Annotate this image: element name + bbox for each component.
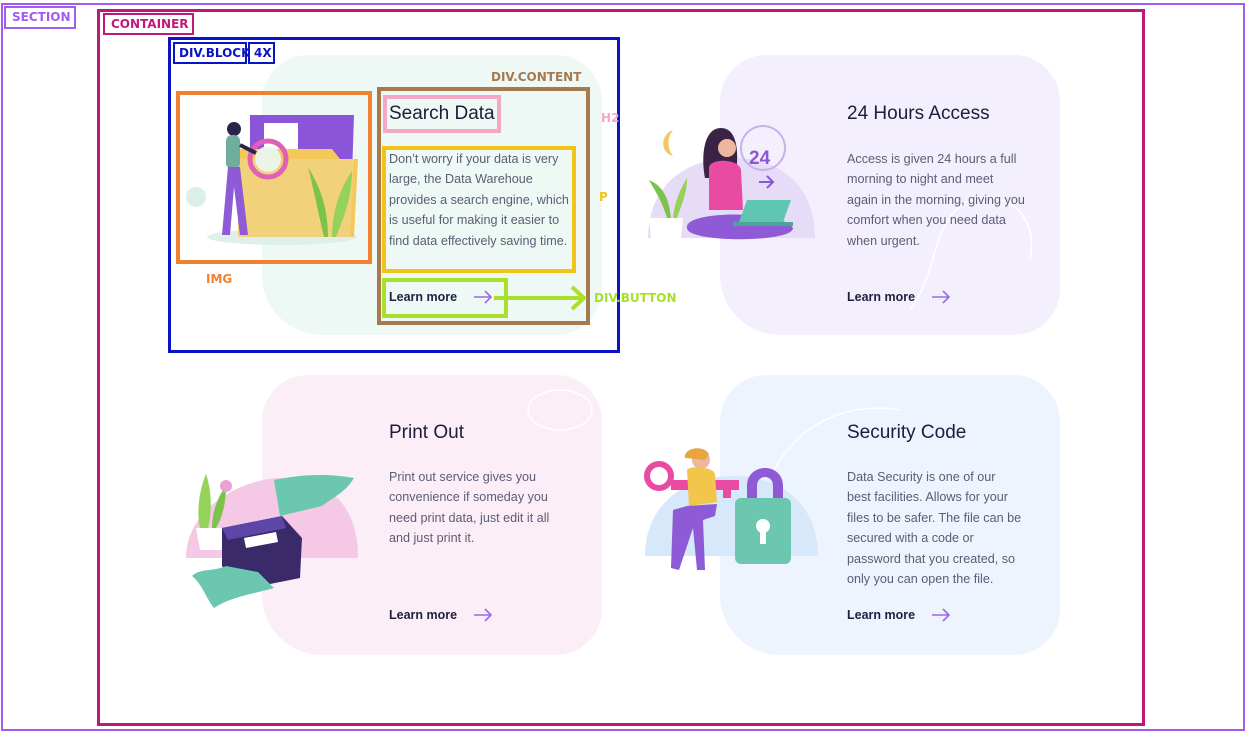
p-outline (382, 146, 576, 273)
card-description: Data Security is one of our best facilit… (847, 470, 1022, 587)
section-tag: SECTION (4, 6, 76, 29)
div-content-label: DIV.CONTENT (491, 70, 582, 84)
security-illustration (644, 448, 818, 570)
learn-more-link[interactable]: Learn more (847, 290, 951, 304)
multiplier-tag: 4X (248, 42, 275, 64)
arrow-right-icon (474, 608, 493, 622)
card-description: Access is given 24 hours a full morning … (847, 152, 1025, 248)
print-out-illustration (186, 474, 358, 608)
learn-more-link[interactable]: Learn more (389, 608, 493, 622)
pointer-arrow-icon (494, 285, 587, 311)
p-label: P (599, 190, 608, 204)
arrow-right-icon (932, 290, 951, 304)
learn-more-label: Learn more (847, 608, 916, 622)
learn-more-label: Learn more (389, 608, 458, 622)
badge-24: 24 (749, 148, 771, 169)
learn-more-link[interactable]: Learn more (847, 608, 951, 622)
learn-more-label: Learn more (847, 290, 916, 304)
decorative-curve (527, 389, 593, 431)
img-outline (176, 91, 372, 264)
card-title: Security Code (847, 422, 967, 443)
card-title: 24 Hours Access (847, 103, 990, 124)
h2-outline (383, 95, 501, 133)
div-button-outline (382, 278, 508, 318)
h2-label: H2 (601, 111, 620, 125)
container-tag: CONTAINER (103, 13, 194, 35)
div-button-label: DIV.BUTTON (594, 291, 677, 305)
card-title: Print Out (389, 422, 464, 443)
img-label: IMG (206, 272, 233, 286)
arrow-right-icon (932, 608, 951, 622)
div-block-tag: DIV.BLOCK (173, 42, 250, 64)
card-description: Print out service gives you convenience … (389, 470, 550, 546)
access-illustration: 24 (648, 125, 815, 240)
